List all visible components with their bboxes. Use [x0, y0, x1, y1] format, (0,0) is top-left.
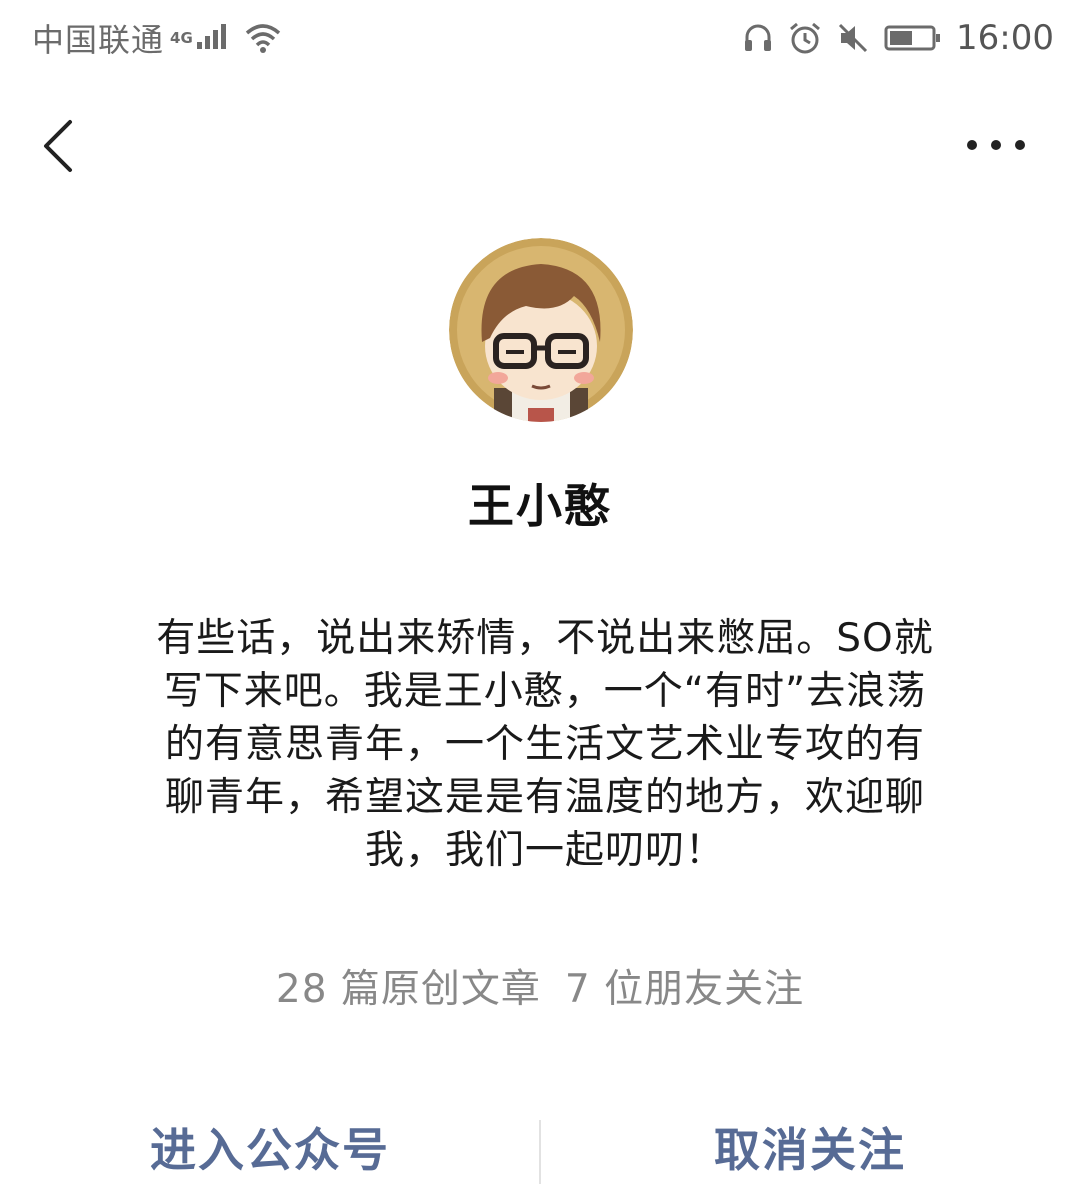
- alarm-icon: [788, 21, 822, 55]
- more-options-button[interactable]: [960, 120, 1032, 170]
- unfollow-button[interactable]: 取消关注: [540, 1110, 1080, 1190]
- wifi-icon: [243, 22, 283, 54]
- signal-icon: [195, 22, 229, 54]
- headset-icon: [742, 22, 774, 54]
- status-time: 16:00: [956, 18, 1054, 58]
- more-dots-icon: [967, 140, 1025, 150]
- chevron-left-icon: [44, 120, 72, 172]
- account-stats: 28 篇原创文章 7 位朋友关注: [0, 958, 1080, 1014]
- account-bio: 有些话，说出来矫情，不说出来憋屈。SO就写下来吧。我是王小憨，一个“有时”去浪荡…: [156, 616, 934, 873]
- enter-account-button[interactable]: 进入公众号: [0, 1110, 540, 1190]
- avatar[interactable]: [446, 238, 636, 444]
- battery-icon: [884, 24, 942, 52]
- mute-icon: [836, 21, 870, 55]
- back-button[interactable]: [32, 114, 88, 178]
- nav-bar: [0, 96, 1080, 196]
- network-type: 4G: [170, 29, 193, 47]
- account-profile-page: 中国联通 4G 16:00 王小憨 有些话，说出来矫情，不说出来憋屈。SO就写下…: [0, 0, 1080, 1201]
- carrier-name: 中国联通: [32, 21, 165, 59]
- friends-following-count[interactable]: 7 位朋友关注: [565, 958, 804, 1014]
- articles-count[interactable]: 28 篇原创文章: [276, 958, 541, 1014]
- status-bar: 中国联通 4G 16:00: [0, 0, 1080, 76]
- action-bar: 进入公众号 取消关注: [0, 1110, 1080, 1190]
- account-name: 王小憨: [468, 479, 612, 533]
